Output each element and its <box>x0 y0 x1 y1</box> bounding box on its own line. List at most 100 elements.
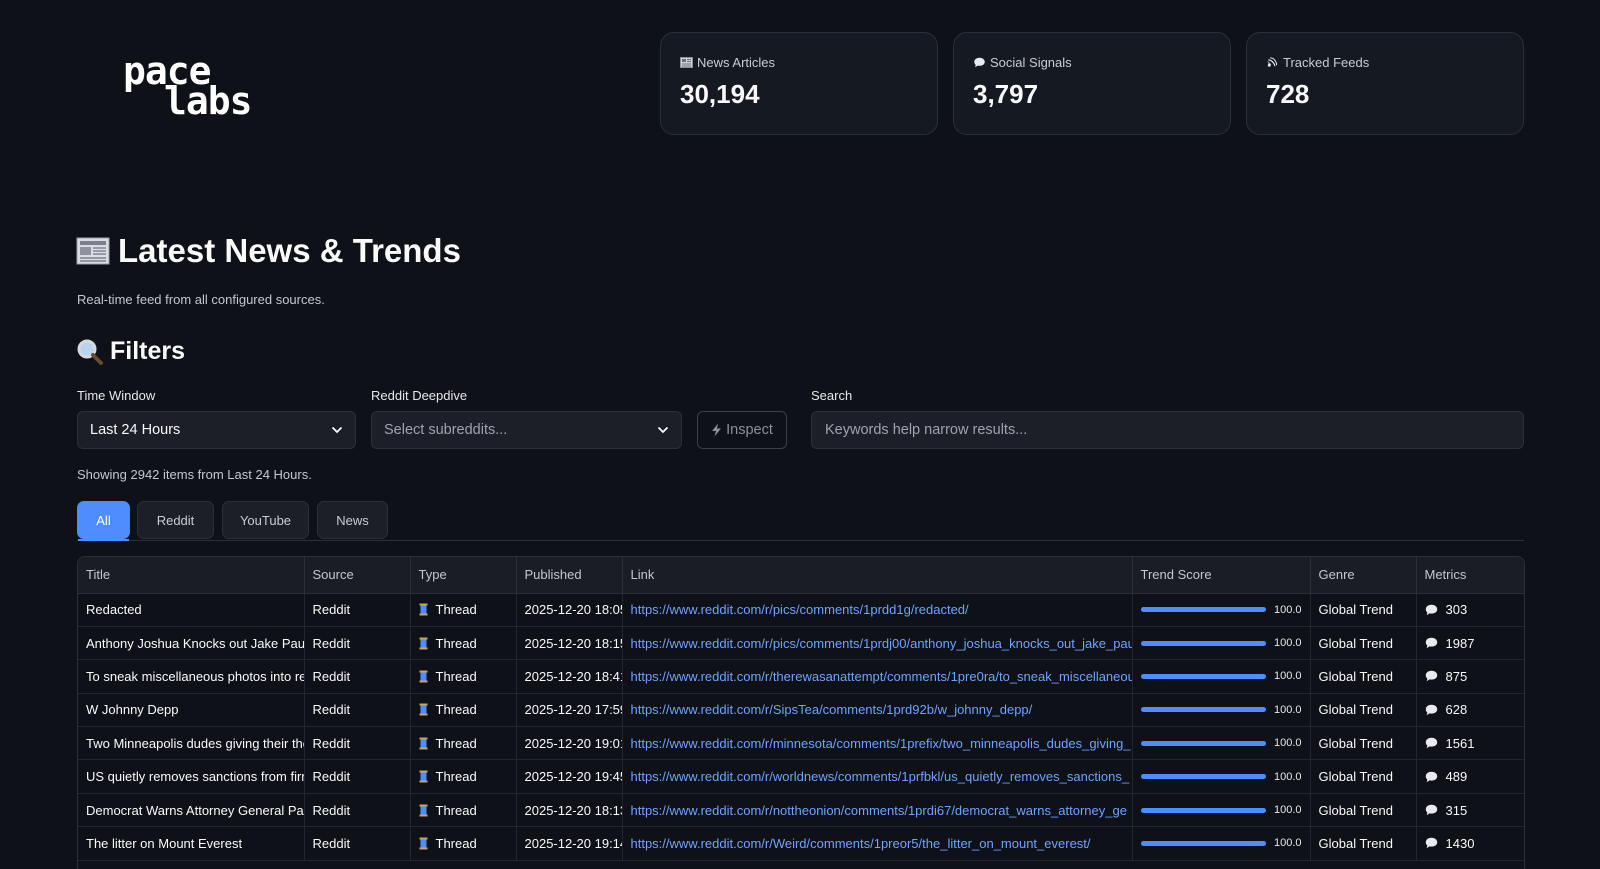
tab-all[interactable]: All <box>77 501 130 541</box>
metric-count: 303 <box>1445 602 1468 618</box>
search-input[interactable] <box>811 411 1524 449</box>
speech-bubble-icon <box>974 57 985 68</box>
newspaper-icon <box>680 57 693 68</box>
table-row[interactable]: The litter on Mount Everest Reddit Thread 2… <box>78 826 1524 861</box>
item-link[interactable]: https://www.reddit.com/r/therewasanattem… <box>631 669 1132 684</box>
item-link[interactable]: https://www.reddit.com/r/pics/comments/1… <box>631 636 1132 651</box>
column-header-source[interactable]: Source <box>304 557 411 594</box>
trend-score-value: 100.0 <box>1273 637 1302 650</box>
trend-score-bar-fill <box>1140 707 1266 713</box>
trend-score-value: 100.0 <box>1273 603 1302 616</box>
subreddit-multiselect[interactable]: Select subreddits... <box>371 411 682 449</box>
spool-icon <box>419 703 427 716</box>
cell-link: https://www.reddit.com/r/worldnews/comme… <box>622 759 1133 794</box>
item-link[interactable]: https://www.reddit.com/r/SipsTea/comment… <box>631 702 1033 717</box>
cell-published: 2025-12-20 18:41 <box>516 659 623 694</box>
cell-type: Thread <box>410 759 517 794</box>
time-window-select[interactable]: Last 24 Hours <box>77 411 356 449</box>
trend-score-value: 100.0 <box>1273 837 1302 850</box>
cell-title: Democrat Warns Attorney General Pam <box>78 793 305 828</box>
cell-published: 2025-12-20 18:15 <box>516 626 623 661</box>
chevron-down-icon <box>657 426 669 434</box>
cell-link: https://www.reddit.com/r/therewasanattem… <box>622 659 1133 694</box>
trend-score-bar <box>1140 640 1266 646</box>
item-link[interactable]: https://www.reddit.com/r/Weird/comments/… <box>631 836 1091 851</box>
metric-label: Tracked Feeds <box>1283 55 1370 70</box>
item-link[interactable]: https://www.reddit.com/r/minnesota/comme… <box>631 736 1131 751</box>
table-row[interactable]: To sneak miscellaneous photos into rec Re… <box>78 659 1524 694</box>
cell-type-label: Thread <box>435 702 477 718</box>
pacelabs-logo: pace labs <box>120 52 280 126</box>
cell-title: Two Minneapolis dudes giving their tho <box>78 726 305 761</box>
cell-title: To sneak miscellaneous photos into rec <box>78 659 305 694</box>
newspaper-icon <box>76 237 110 265</box>
table-row[interactable]: W Johnny Depp Reddit Thread 2025-12-20 17:5… <box>78 693 1524 728</box>
table-row[interactable]: Anthony Joshua Knocks out Jake Paul Reddi… <box>78 626 1524 661</box>
table-row[interactable]: Two Minneapolis dudes giving their tho Re… <box>78 726 1524 761</box>
speech-bubble-icon <box>1425 838 1437 849</box>
speech-bubble-icon <box>1425 637 1437 649</box>
cell-link: https://www.reddit.com/r/SipsTea/comment… <box>622 693 1133 728</box>
metric-count: 315 <box>1445 802 1468 818</box>
cell-genre: Global Trend <box>1310 659 1417 694</box>
source-tabs: All Reddit YouTube News <box>77 501 1524 541</box>
item-link[interactable]: https://www.reddit.com/r/worldnews/comme… <box>631 769 1130 784</box>
table-row[interactable]: Redacted Reddit Thread 2025-12-20 18:05 http… <box>78 593 1524 627</box>
trend-score-bar <box>1140 607 1266 613</box>
column-header-published[interactable]: Published <box>516 557 623 594</box>
item-link[interactable]: https://www.reddit.com/r/nottheonion/com… <box>631 803 1127 818</box>
cell-published: 2025-12-20 18:05 <box>516 593 623 627</box>
inspect-button[interactable]: Inspect <box>697 411 787 449</box>
cell-metrics: 303 <box>1416 593 1524 627</box>
column-header-link[interactable]: Link <box>622 557 1133 594</box>
trend-score-bar <box>1140 807 1266 813</box>
reddit-deepdive-label: Reddit Deepdive <box>371 388 468 403</box>
column-header-genre[interactable]: Genre <box>1310 557 1417 594</box>
cell-type: Thread <box>410 593 517 627</box>
column-header-type[interactable]: Type <box>410 557 517 594</box>
metric-count: 1987 <box>1445 635 1475 651</box>
metric-label: Social Signals <box>990 55 1072 70</box>
metric-value: 728 <box>1266 79 1310 109</box>
cell-published: 2025-12-20 19:01 <box>516 726 623 761</box>
cell-type-label: Thread <box>435 668 477 684</box>
cell-type: Thread <box>410 659 517 694</box>
tab-youtube[interactable]: YouTube <box>222 501 309 539</box>
table-row[interactable]: US quietly removes sanctions from firm Re… <box>78 759 1524 794</box>
cell-link: https://www.reddit.com/r/Weird/comments/… <box>622 826 1133 861</box>
cell-genre: Global Trend <box>1310 759 1417 794</box>
spool-icon <box>419 603 427 616</box>
metric-label: News Articles <box>697 55 776 70</box>
trend-score-value: 100.0 <box>1273 737 1302 750</box>
cell-type: Thread <box>410 626 517 661</box>
item-link[interactable]: https://www.reddit.com/r/pics/comments/1… <box>631 602 969 617</box>
speech-bubble-icon <box>1425 771 1437 782</box>
tab-news[interactable]: News <box>317 501 388 539</box>
cell-source: Reddit <box>304 726 411 761</box>
page-subtitle: Real-time feed from all configured sourc… <box>77 292 325 307</box>
cell-source: Reddit <box>304 626 411 661</box>
cell-title: The litter on Mount Everest <box>78 826 305 861</box>
trend-score-bar <box>1140 774 1266 780</box>
cell-type-label: Thread <box>435 635 477 651</box>
tab-reddit[interactable]: Reddit <box>137 501 214 539</box>
table-row[interactable]: Democrat Warns Attorney General Pam Reddi… <box>78 793 1524 828</box>
cell-published: 2025-12-20 19:45 <box>516 759 623 794</box>
trend-score-bar <box>1140 707 1266 713</box>
trend-score-value: 100.0 <box>1273 770 1302 783</box>
column-header-title[interactable]: Title <box>78 557 305 594</box>
metric-count: 1561 <box>1445 735 1475 751</box>
trend-score-bar-fill <box>1140 673 1266 679</box>
metric-card-news-articles: News Articles 30,194 <box>660 32 938 135</box>
column-header-trend-score[interactable]: Trend Score <box>1132 557 1311 594</box>
cell-type: Thread <box>410 726 517 761</box>
metric-value: 3,797 <box>973 79 1039 109</box>
cell-source: Reddit <box>304 693 411 728</box>
logo-line-2: labs <box>164 79 253 123</box>
cell-type-label: Thread <box>435 735 477 751</box>
news-table[interactable]: Title Source Type Published Link Trend S… <box>77 556 1525 869</box>
spool-icon <box>419 737 427 750</box>
table-header-row: Title Source Type Published Link Trend S… <box>78 557 1524 594</box>
spool-icon <box>419 770 427 783</box>
column-header-metrics[interactable]: Metrics <box>1416 557 1524 594</box>
